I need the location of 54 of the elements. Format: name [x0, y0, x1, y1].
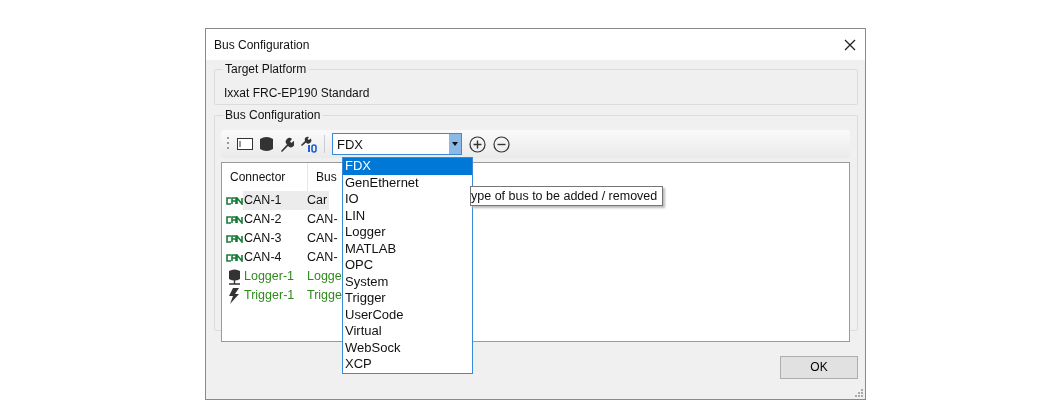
table-cell-text: Logge	[307, 268, 343, 285]
table-row[interactable]: CAN-2 CAN-	[222, 210, 340, 229]
dropdown-option[interactable]: XCP	[343, 356, 472, 373]
window-title: Bus Configuration	[214, 37, 310, 52]
resize-grip-icon[interactable]	[855, 389, 863, 397]
table-cell-text: Trigge	[307, 287, 343, 304]
dropdown-option[interactable]: Logger	[343, 224, 472, 241]
close-icon[interactable]	[844, 38, 856, 51]
table-row[interactable]: CAN-1 Car	[222, 191, 330, 210]
dropdown-option[interactable]: IO	[343, 191, 472, 208]
table-cell-text: CAN-	[307, 249, 339, 266]
dropdown-option[interactable]: Trigger	[343, 290, 472, 307]
can-icon	[225, 253, 243, 262]
table-row[interactable]: Trigger-1 Trigge	[222, 286, 344, 305]
table-cell-text: CAN-4	[243, 249, 283, 266]
table-cell: Car	[307, 191, 330, 210]
bus-type-dropdown[interactable]: FDX	[332, 133, 462, 155]
dropdown-option[interactable]: FDX	[343, 158, 472, 175]
dropdown-option[interactable]: WebSock	[343, 339, 472, 356]
table-row[interactable]: CAN-3 CAN-	[222, 229, 340, 248]
dropdown-option[interactable]: GenEthernet	[343, 174, 472, 191]
remove-icon[interactable]	[493, 135, 510, 153]
table-cell-text: Logger-1	[243, 268, 296, 285]
caret-icon	[452, 142, 458, 146]
grip-icon	[227, 136, 230, 152]
dropdown-option[interactable]: UserCode	[343, 306, 472, 323]
table-cell-text: CAN-2	[243, 211, 283, 228]
add-icon[interactable]	[469, 135, 486, 153]
ok-button[interactable]: OK	[780, 355, 858, 379]
table-cell: CAN-1	[243, 191, 307, 210]
table-cell-text: CAN-3	[243, 230, 283, 247]
dropdown-option[interactable]: MATLAB	[343, 240, 472, 257]
terminal-icon[interactable]	[237, 138, 253, 150]
dropdown-option[interactable]: OPC	[343, 257, 472, 274]
table-row[interactable]: CAN-4 CAN-	[222, 248, 340, 267]
platform-name: Ixxat FRC-EP190 Standard	[224, 86, 371, 100]
can-icon	[225, 215, 243, 224]
dropdown-option[interactable]: LIN	[343, 207, 472, 224]
wrench-counter-icon[interactable]	[301, 135, 317, 153]
tooltip: ype of bus to be added / removed	[470, 186, 664, 206]
table-row[interactable]: Logger-1 Logge	[222, 267, 344, 286]
table-cell-text: CAN-	[307, 230, 339, 247]
wrench-icon[interactable]	[280, 136, 294, 152]
dropdown-option[interactable]: System	[343, 273, 472, 290]
table-cell-text: CAN-	[307, 211, 339, 228]
group-label: Bus Configuration	[223, 108, 323, 122]
can-icon	[225, 196, 243, 205]
lightning-icon	[228, 287, 240, 304]
dropdown-option[interactable]: Virtual	[343, 323, 472, 340]
table-cell-text: Trigger-1	[243, 287, 296, 304]
database-icon[interactable]	[260, 136, 273, 152]
can-icon	[225, 234, 243, 243]
group-label: Target Platform	[223, 62, 309, 76]
database-icon	[227, 268, 241, 285]
